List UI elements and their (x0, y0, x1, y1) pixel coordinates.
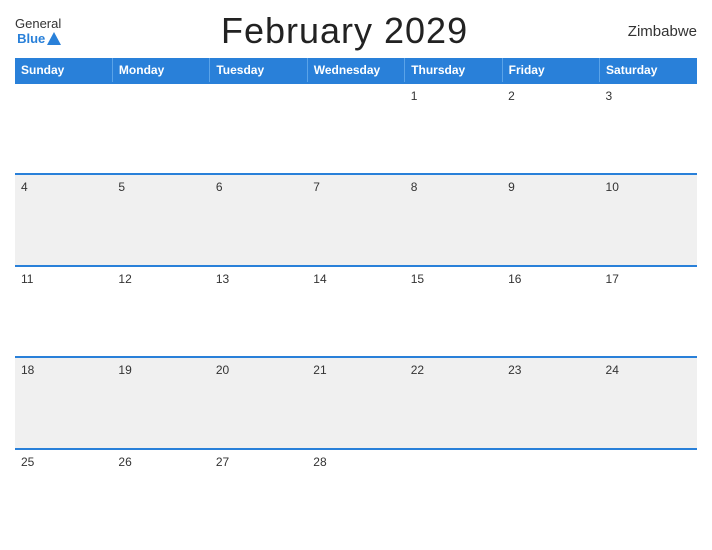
day-number: 21 (313, 363, 326, 377)
logo-general-text: General (15, 16, 61, 31)
calendar-week-row: 11 12 13 14 15 16 17 (15, 266, 697, 357)
calendar-cell: 13 (210, 266, 307, 357)
weekday-thursday: Thursday (405, 58, 502, 83)
calendar-cell: 16 (502, 266, 599, 357)
day-number: 23 (508, 363, 521, 377)
calendar-cell (15, 83, 112, 174)
day-number: 10 (606, 180, 619, 194)
calendar-week-row: 1 2 3 (15, 83, 697, 174)
logo-triangle-icon (47, 32, 61, 45)
weekday-wednesday: Wednesday (307, 58, 404, 83)
calendar-cell: 9 (502, 174, 599, 265)
calendar-cell (210, 83, 307, 174)
weekday-saturday: Saturday (600, 58, 697, 83)
calendar-header: General Blue February 2029 Zimbabwe (15, 10, 697, 52)
day-number: 8 (411, 180, 418, 194)
calendar-cell: 10 (600, 174, 697, 265)
calendar-cell: 17 (600, 266, 697, 357)
day-number: 16 (508, 272, 521, 286)
calendar-cell (600, 449, 697, 540)
weekday-header-row: Sunday Monday Tuesday Wednesday Thursday… (15, 58, 697, 83)
day-number: 6 (216, 180, 223, 194)
calendar-cell: 24 (600, 357, 697, 448)
calendar-table: Sunday Monday Tuesday Wednesday Thursday… (15, 58, 697, 540)
day-number: 11 (21, 272, 33, 286)
logo-blue-text: Blue (17, 31, 45, 46)
day-number: 3 (606, 89, 613, 103)
calendar-cell (112, 83, 209, 174)
day-number: 22 (411, 363, 424, 377)
calendar-week-row: 18 19 20 21 22 23 24 (15, 357, 697, 448)
day-number: 7 (313, 180, 320, 194)
calendar-cell: 20 (210, 357, 307, 448)
calendar-cell: 27 (210, 449, 307, 540)
calendar-cell: 21 (307, 357, 404, 448)
weekday-sunday: Sunday (15, 58, 112, 83)
day-number: 9 (508, 180, 515, 194)
calendar-cell (502, 449, 599, 540)
calendar-cell: 8 (405, 174, 502, 265)
calendar-cell: 14 (307, 266, 404, 357)
calendar-cell: 1 (405, 83, 502, 174)
day-number: 17 (606, 272, 619, 286)
weekday-friday: Friday (502, 58, 599, 83)
calendar-cell: 19 (112, 357, 209, 448)
day-number: 2 (508, 89, 515, 103)
day-number: 19 (118, 363, 131, 377)
calendar-title: February 2029 (221, 10, 468, 52)
calendar-cell: 25 (15, 449, 112, 540)
country-label: Zimbabwe (628, 23, 697, 40)
day-number: 26 (118, 455, 131, 469)
day-number: 13 (216, 272, 229, 286)
day-number: 25 (21, 455, 34, 469)
calendar-cell: 11 (15, 266, 112, 357)
day-number: 4 (21, 180, 28, 194)
day-number: 5 (118, 180, 125, 194)
calendar-cell: 26 (112, 449, 209, 540)
day-number: 27 (216, 455, 229, 469)
calendar-cell: 28 (307, 449, 404, 540)
calendar-cell: 2 (502, 83, 599, 174)
calendar-cell: 15 (405, 266, 502, 357)
logo: General Blue (15, 16, 61, 46)
day-number: 12 (118, 272, 131, 286)
calendar-cell: 18 (15, 357, 112, 448)
calendar-cell: 6 (210, 174, 307, 265)
day-number: 20 (216, 363, 229, 377)
weekday-monday: Monday (112, 58, 209, 83)
day-number: 1 (411, 89, 418, 103)
calendar-cell: 5 (112, 174, 209, 265)
day-number: 24 (606, 363, 619, 377)
calendar-cell (405, 449, 502, 540)
day-number: 14 (313, 272, 326, 286)
calendar-cell: 12 (112, 266, 209, 357)
calendar-cell: 23 (502, 357, 599, 448)
calendar-week-row: 25 26 27 28 (15, 449, 697, 540)
day-number: 28 (313, 455, 326, 469)
day-number: 18 (21, 363, 34, 377)
calendar-week-row: 4 5 6 7 8 9 10 (15, 174, 697, 265)
calendar-cell: 4 (15, 174, 112, 265)
calendar-cell: 22 (405, 357, 502, 448)
calendar-cell: 7 (307, 174, 404, 265)
calendar-cell: 3 (600, 83, 697, 174)
weekday-tuesday: Tuesday (210, 58, 307, 83)
calendar-cell (307, 83, 404, 174)
day-number: 15 (411, 272, 424, 286)
